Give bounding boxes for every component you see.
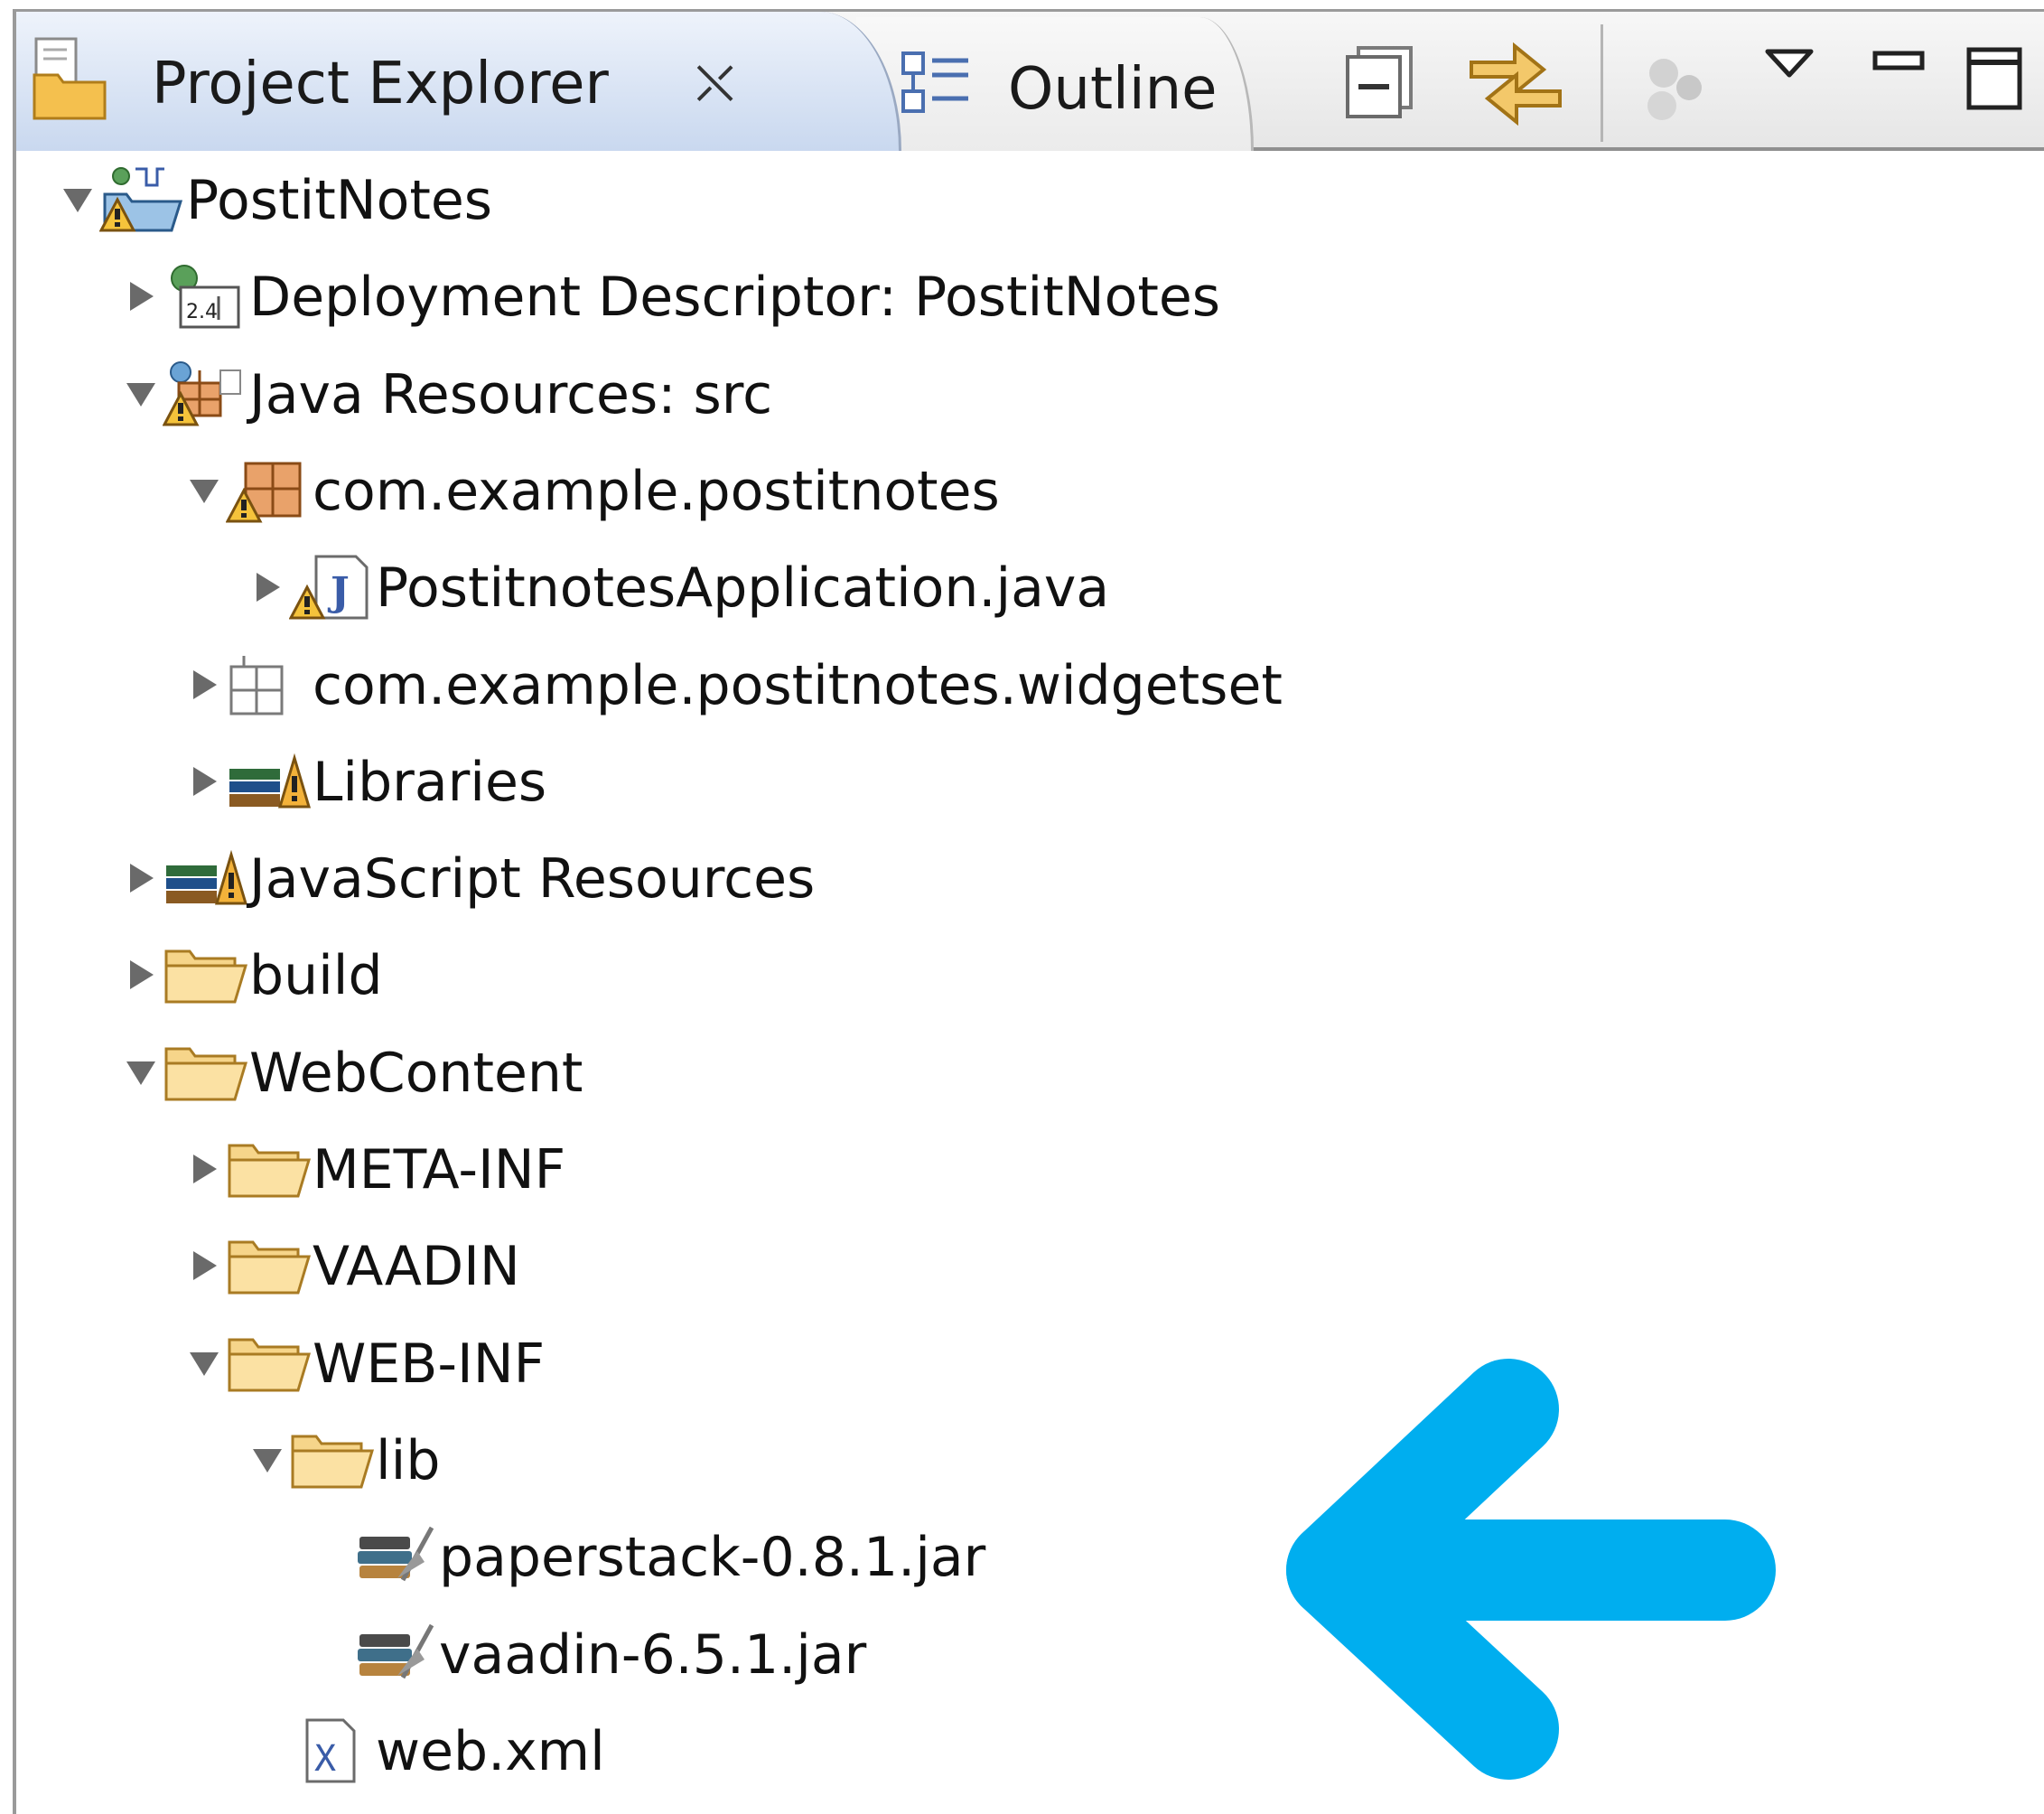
tree-item[interactable]: com.example.postitnotes.widgetset [16,636,2044,733]
expanded-triangle-icon[interactable] [123,376,159,412]
collapsed-triangle-icon[interactable] [186,1151,222,1187]
expanded-triangle-icon[interactable] [186,1345,222,1381]
view-tab-bar: Outline Project Explorer ⛌ [16,12,2044,151]
focus-icon[interactable] [1642,53,1714,126]
tree-item[interactable]: JavaScript Resources [16,829,2044,926]
toolbar-separator [1601,24,1603,142]
tree-item-label: META-INF [313,1138,566,1202]
tree-item-label: Libraries [313,750,547,814]
tree-item-label: PostitnotesApplication.java [376,556,1110,621]
tree-item-label: WebContent [249,1041,583,1105]
tree-item[interactable]: 2.4 Deployment Descriptor: PostitNotes [16,248,2044,344]
tree-item[interactable]: J PostitnotesApplication.java [16,538,2044,635]
libraries-icon [163,846,249,911]
tab-outline[interactable]: Outline [856,17,1254,151]
xml-file-icon: X [289,1718,376,1783]
tree-item[interactable]: com.example.postitnotes [16,442,2044,538]
close-tab-icon[interactable]: ⛌ [695,57,734,109]
maximize-icon[interactable] [1965,46,2023,111]
tree-item[interactable]: VAADIN [16,1217,2044,1314]
tree-item[interactable]: META-INF [16,1120,2044,1217]
collapsed-triangle-icon[interactable] [123,860,159,896]
collapsed-triangle-icon[interactable] [186,1248,222,1284]
tree-item[interactable]: PostitNotes [16,151,2044,248]
tree-item-label: vaadin-6.5.1.jar [439,1622,867,1687]
project-explorer-icon [33,37,107,120]
collapsed-triangle-icon[interactable] [123,278,159,314]
svg-text:X: X [314,1738,336,1780]
tab-project-explorer-label: Project Explorer [152,51,609,117]
collapsed-triangle-icon[interactable] [186,667,222,703]
svg-text:2.4: 2.4 [186,301,218,323]
expanded-triangle-icon[interactable] [60,182,96,218]
folder-icon [226,1136,313,1202]
jar-icon [352,1524,439,1589]
expanded-triangle-icon[interactable] [123,1054,159,1090]
tree-item[interactable]: WebContent [16,1024,2044,1120]
tree-item-label: Java Resources: src [249,362,773,426]
tree-item[interactable]: Libraries [16,733,2044,829]
deployment-descriptor-icon: 2.4 [163,264,249,329]
package-icon [225,458,313,523]
tab-outline-label: Outline [1008,56,1218,123]
tree-item-label: paperstack-0.8.1.jar [439,1526,986,1590]
outline-icon [901,51,968,113]
minimize-icon[interactable] [1871,50,1926,73]
tab-project-explorer[interactable]: Project Explorer ⛌ [16,12,901,151]
tree-item-label: JavaScript Resources [249,847,816,912]
folder-icon [163,942,249,1007]
collapsed-triangle-icon[interactable] [186,763,222,799]
java-resources-icon [162,360,249,426]
tree-item-label: com.example.postitnotes [313,459,1000,523]
collapse-all-icon[interactable] [1344,42,1416,120]
libraries-icon [226,749,313,814]
tree-item-label: Deployment Descriptor: PostitNotes [249,266,1221,330]
collapsed-triangle-icon[interactable] [249,569,285,605]
tree-item-label: lib [376,1428,441,1492]
tree-item[interactable]: build [16,926,2044,1023]
tree-item-label: WEB-INF [313,1332,546,1396]
pointer-arrow [1286,1359,1776,1780]
tree-item-label: com.example.postitnotes.widgetset [313,653,1283,717]
java-file-icon: J [288,555,376,620]
svg-text:J: J [327,569,350,615]
tree-item-label: VAADIN [313,1235,520,1299]
empty-package-icon [226,652,313,717]
collapsed-triangle-icon[interactable] [123,957,159,993]
folder-icon [163,1040,249,1105]
expanded-triangle-icon[interactable] [249,1442,285,1478]
tree-item-label: web.xml [376,1719,605,1783]
tree-item-label: PostitNotes [186,169,493,232]
folder-icon [226,1233,313,1298]
expanded-triangle-icon[interactable] [186,472,222,509]
jar-icon [352,1622,439,1687]
folder-icon [289,1427,376,1492]
tree-item-label: build [249,944,383,1008]
tree-item[interactable]: Java Resources: src [16,345,2044,442]
link-with-editor-icon[interactable] [1466,35,1565,126]
view-menu-chevron-icon[interactable] [1764,48,1815,79]
folder-icon [226,1331,313,1396]
web-project-icon [98,167,186,232]
